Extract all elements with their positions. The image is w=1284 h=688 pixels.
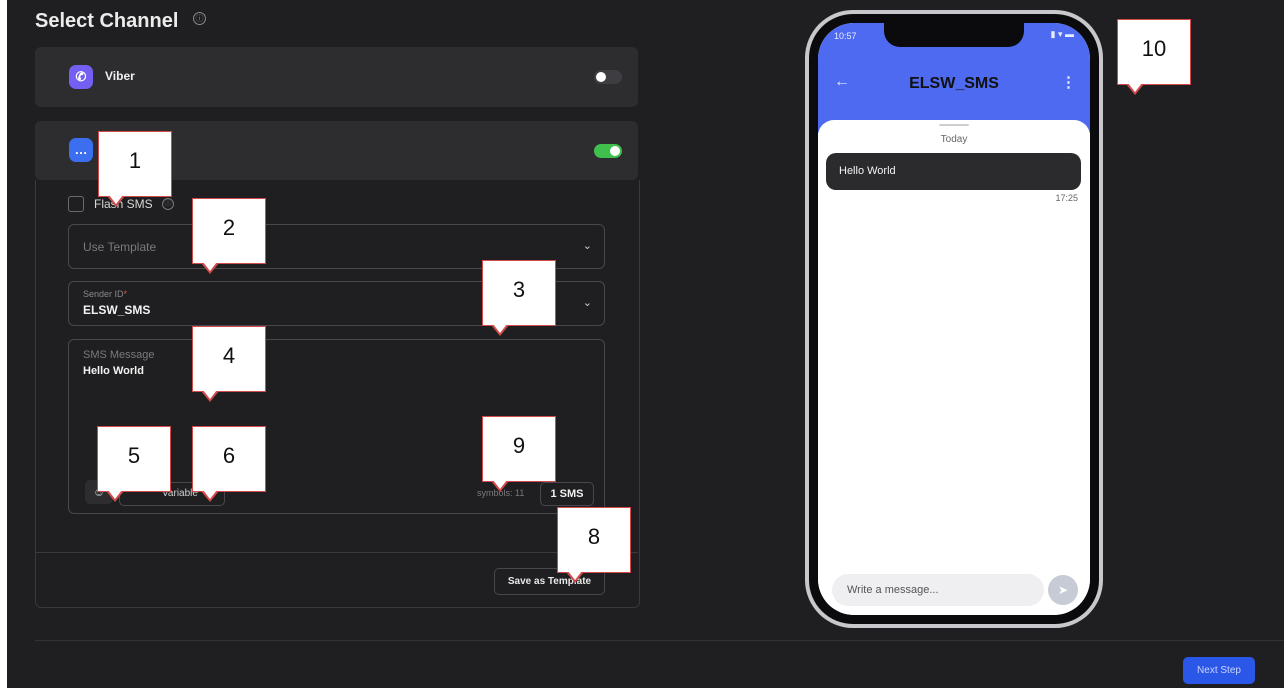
phone-notch: [884, 23, 1024, 47]
more-options-icon[interactable]: ⋮: [1061, 73, 1076, 91]
required-mark: *: [123, 289, 128, 299]
viber-icon: ✆: [69, 65, 93, 89]
sender-id-label-text: Sender ID: [83, 289, 124, 299]
divider: [35, 640, 1284, 641]
phone-screen: 10:57 ▮ ▾ ▬ ← ELSW_SMS ⋮ Today Hello Wor…: [818, 23, 1090, 615]
annotation-callout: 9: [482, 416, 556, 492]
chat-area: Today Hello World 17:25: [818, 120, 1090, 615]
info-icon[interactable]: ⓘ: [162, 198, 174, 210]
sms-chat-icon: …: [69, 138, 93, 162]
flash-sms-checkbox[interactable]: [68, 196, 84, 212]
chat-header: 10:57 ▮ ▾ ▬ ← ELSW_SMS ⋮: [818, 23, 1090, 133]
sms-message-label: SMS Message: [83, 349, 155, 361]
toggle-knob: [610, 146, 620, 156]
template-placeholder: Use Template: [83, 240, 157, 254]
annotation-callout: 1: [98, 131, 172, 207]
sms-count-badge: 1 SMS: [540, 482, 594, 506]
message-input-placeholder: Write a message...: [847, 584, 939, 596]
message-input[interactable]: Write a message...: [832, 574, 1044, 606]
sender-id-label: Sender ID*: [83, 289, 127, 299]
phone-preview: 10:57 ▮ ▾ ▬ ← ELSW_SMS ⋮ Today Hello Wor…: [805, 10, 1103, 628]
annotation-callout: 4: [192, 326, 266, 402]
divider: [35, 552, 638, 553]
next-step-button[interactable]: Next Step: [1183, 657, 1255, 684]
annotation-callout: 8: [557, 507, 631, 583]
message-bubble: Hello World: [826, 153, 1081, 190]
annotation-callout: 2: [192, 198, 266, 274]
info-icon[interactable]: ⓘ: [193, 12, 206, 25]
message-time: 17:25: [1055, 193, 1078, 203]
sheet-handle: [939, 124, 969, 126]
toggle-knob: [596, 72, 606, 82]
page-title: Select Channel: [35, 10, 179, 32]
signal-battery-icon: ▮ ▾ ▬: [1050, 29, 1074, 39]
annotation-callout: 6: [192, 426, 266, 502]
status-time: 10:57: [834, 31, 857, 41]
chat-sender-title: ELSW_SMS: [909, 75, 999, 92]
channel-card-viber[interactable]: ✆ Viber: [35, 47, 638, 107]
annotation-callout: 10: [1117, 19, 1191, 95]
date-divider: Today: [940, 134, 968, 145]
viber-toggle[interactable]: [594, 70, 622, 84]
annotation-callout: 3: [482, 260, 556, 336]
chevron-down-icon: ⌄: [582, 240, 592, 252]
phone-bezel: 10:57 ▮ ▾ ▬ ← ELSW_SMS ⋮ Today Hello Wor…: [809, 14, 1099, 624]
channel-label-viber: Viber: [105, 69, 135, 83]
sender-id-value: ELSW_SMS: [83, 303, 151, 317]
chevron-down-icon: ⌄: [582, 297, 592, 309]
sms-message-value: Hello World: [83, 365, 144, 377]
send-icon[interactable]: ➤: [1048, 575, 1078, 605]
message-text: Hello World: [839, 165, 896, 177]
sms-toggle[interactable]: [594, 144, 622, 158]
annotation-callout: 5: [97, 426, 171, 502]
